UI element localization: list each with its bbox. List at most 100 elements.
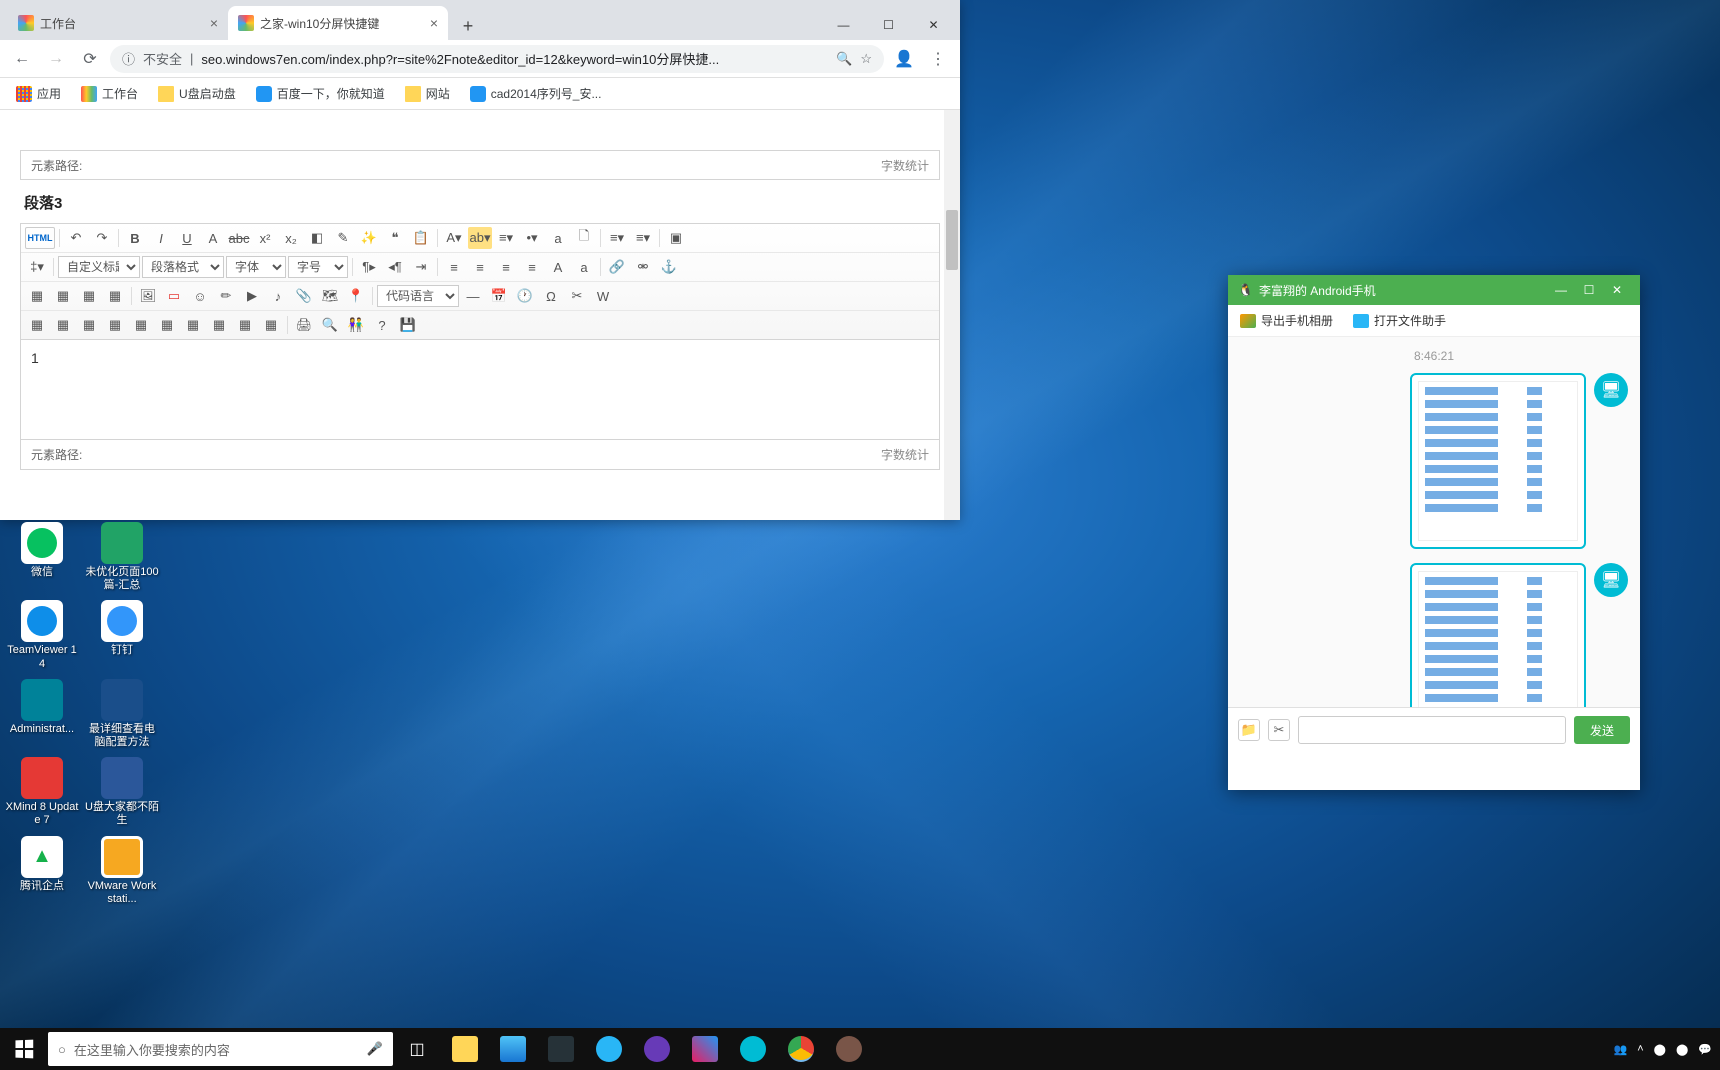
insert-frame-button[interactable]: ▭ <box>162 285 186 307</box>
bold-button[interactable]: B <box>123 227 147 249</box>
message-input[interactable] <box>1298 716 1566 744</box>
pasteplain-button[interactable]: 📋 <box>409 227 433 249</box>
align-right-button[interactable]: ≡ <box>494 256 518 278</box>
desktop-icon-sheet[interactable]: 未优化页面100篇-汇总 <box>84 522 160 592</box>
video-button[interactable]: ▶ <box>240 285 264 307</box>
searchreplace-button[interactable]: 👫 <box>344 314 368 336</box>
desktop-icon-dingtalk[interactable]: 钉钉 <box>84 600 160 670</box>
snapscreen-button[interactable]: ✂ <box>565 285 589 307</box>
code-lang-select[interactable]: 代码语言 <box>377 285 459 307</box>
image-center-button[interactable]: ▦ <box>103 285 127 307</box>
open-file-helper-button[interactable]: 打开文件助手 <box>1353 312 1446 329</box>
autotype-button[interactable]: ✨ <box>357 227 381 249</box>
tray-expand-icon[interactable]: ˄ <box>1637 1043 1643 1055</box>
minimize-button[interactable]: — <box>1548 278 1574 302</box>
taskbar-app[interactable] <box>633 1028 681 1070</box>
browser-tab-1[interactable]: 工作台 × <box>8 6 228 40</box>
task-view-button[interactable]: ◫ <box>393 1028 441 1070</box>
rtl-button[interactable]: ◂¶ <box>383 256 407 278</box>
del-col-button[interactable]: ▦ <box>207 314 231 336</box>
desktop-icon-doc[interactable]: U盘大家都不陌生 <box>84 757 160 827</box>
close-icon[interactable]: × <box>430 15 438 31</box>
close-button[interactable]: ✕ <box>911 10 956 40</box>
superscript-button[interactable]: x² <box>253 227 277 249</box>
start-button[interactable] <box>0 1028 48 1070</box>
word-count-button[interactable]: 字数统计 <box>881 157 929 174</box>
col-before-button[interactable]: ▦ <box>129 314 153 336</box>
col-after-button[interactable]: ▦ <box>155 314 179 336</box>
attachment-button[interactable]: 📎 <box>292 285 316 307</box>
blockquote-button[interactable]: ❝ <box>383 227 407 249</box>
font-family-select[interactable]: 字体 <box>226 256 286 278</box>
taskbar-app[interactable] <box>537 1028 585 1070</box>
image-left-button[interactable]: ▦ <box>51 285 75 307</box>
word-count-button[interactable]: 字数统计 <box>881 446 929 463</box>
align-justify-button[interactable]: ≡ <box>520 256 544 278</box>
italic-button[interactable]: I <box>149 227 173 249</box>
menu-button[interactable]: ⋮ <box>924 45 952 73</box>
image-right-button[interactable]: ▦ <box>77 285 101 307</box>
omnibox[interactable]: ⓘ 不安全 | seo.windows7en.com/index.php?r=s… <box>110 45 884 73</box>
maximize-button[interactable]: ☐ <box>866 10 911 40</box>
taskbar-app-explorer[interactable] <box>441 1028 489 1070</box>
message-bubble[interactable] <box>1410 373 1586 549</box>
desktop-icon-admin[interactable]: Administrat... <box>4 679 80 749</box>
split-button[interactable]: ▦ <box>259 314 283 336</box>
back-button[interactable]: ← <box>8 45 36 73</box>
time-button[interactable]: 🕐 <box>513 285 537 307</box>
export-album-button[interactable]: 导出手机相册 <box>1240 312 1333 329</box>
scrawl-button[interactable]: ✏ <box>214 285 238 307</box>
apps-button[interactable]: 应用 <box>8 81 69 106</box>
profile-button[interactable]: 👤 <box>890 45 918 73</box>
selectall-button[interactable]: a <box>546 227 570 249</box>
message-bubble[interactable] <box>1410 563 1586 707</box>
image-attachment[interactable] <box>1418 381 1578 541</box>
gmap-button[interactable]: 📍 <box>344 285 368 307</box>
send-button[interactable]: 发送 <box>1574 716 1630 744</box>
mic-icon[interactable]: 🎤 <box>367 1041 383 1057</box>
desktop-icon-vmware[interactable]: VMware Workstati... <box>84 836 160 906</box>
touppercase-button[interactable]: A <box>546 256 570 278</box>
bookmark-item[interactable]: 网站 <box>397 81 458 106</box>
formatmatch-button[interactable]: ✎ <box>331 227 355 249</box>
screenshot-button[interactable]: ✂ <box>1268 719 1290 741</box>
ltr-button[interactable]: ¶▸ <box>357 256 381 278</box>
folder-button[interactable]: 📁 <box>1238 719 1260 741</box>
undo-button[interactable]: ↶ <box>64 227 88 249</box>
html-source-button[interactable]: HTML <box>25 227 55 249</box>
avatar[interactable]: 🖥 <box>1594 563 1628 597</box>
maximize-button[interactable]: ☐ <box>1576 278 1602 302</box>
new-tab-button[interactable]: + <box>454 12 482 40</box>
desktop-icon-teamviewer[interactable]: TeamViewer 14 <box>4 600 80 670</box>
anchor-button[interactable]: ⚓ <box>657 256 681 278</box>
desktop-icon-xmind[interactable]: XMind 8 Update 7 <box>4 757 80 827</box>
taskbar-app[interactable] <box>825 1028 873 1070</box>
redo-button[interactable]: ↷ <box>90 227 114 249</box>
row-after-button[interactable]: ▦ <box>103 314 127 336</box>
image-attachment[interactable] <box>1418 571 1578 707</box>
tray-icon[interactable]: ⬤ <box>1676 1043 1688 1056</box>
music-button[interactable]: ♪ <box>266 285 290 307</box>
map-button[interactable]: 🗺 <box>318 285 342 307</box>
unlink-button[interactable]: ⚮ <box>631 256 655 278</box>
tray-icon[interactable]: ⬤ <box>1654 1043 1666 1056</box>
font-size-select[interactable]: 字号 <box>288 256 348 278</box>
del-row-button[interactable]: ▦ <box>181 314 205 336</box>
forward-button[interactable]: → <box>42 45 70 73</box>
star-icon[interactable]: ☆ <box>860 51 872 67</box>
close-button[interactable]: ✕ <box>1604 278 1630 302</box>
fontborder-button[interactable]: A <box>201 227 225 249</box>
hr-button[interactable]: — <box>461 285 485 307</box>
chat-area[interactable]: 8:46:21 🖥 🖥 <box>1228 337 1640 707</box>
help-button[interactable]: ? <box>370 314 394 336</box>
minimize-button[interactable]: — <box>821 10 866 40</box>
close-icon[interactable]: × <box>210 15 218 31</box>
date-button[interactable]: 📅 <box>487 285 511 307</box>
custom-heading-select[interactable]: 自定义标题 <box>58 256 140 278</box>
print-button[interactable]: 🖨 <box>292 314 316 336</box>
rowspacing-bottom-button[interactable]: ≡▾ <box>631 227 655 249</box>
image-none-button[interactable]: ▦ <box>25 285 49 307</box>
scrollbar-thumb[interactable] <box>946 210 958 270</box>
table-del-button[interactable]: ▦ <box>51 314 75 336</box>
insert-image-button[interactable]: 🖼 <box>136 285 160 307</box>
